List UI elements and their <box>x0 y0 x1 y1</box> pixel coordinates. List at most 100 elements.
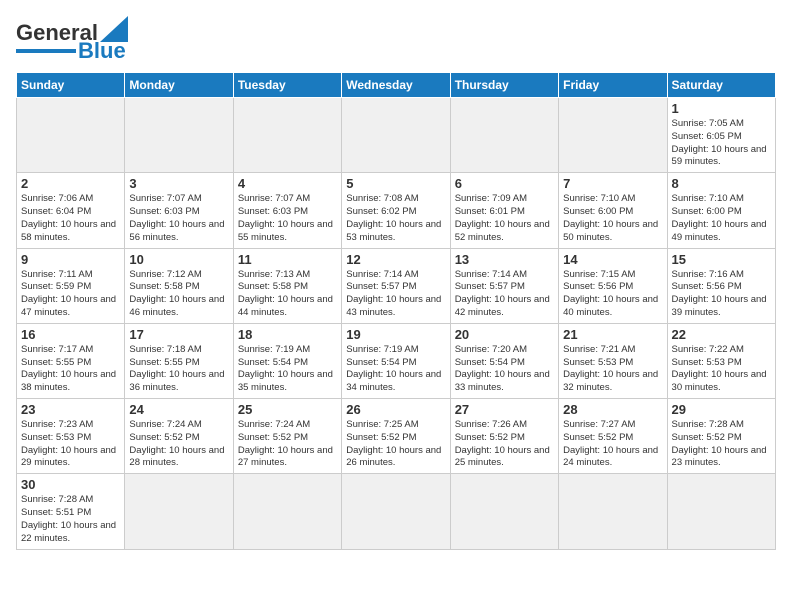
day-info: Sunrise: 7:19 AMSunset: 5:54 PMDaylight:… <box>346 344 445 395</box>
header-friday: Friday <box>559 73 667 98</box>
day-info: Sunrise: 7:12 AMSunset: 5:58 PMDaylight:… <box>129 269 228 320</box>
calendar-cell: 9 Sunrise: 7:11 AMSunset: 5:59 PMDaylight… <box>17 248 125 323</box>
calendar-cell: 3 Sunrise: 7:07 AMSunset: 6:03 PMDaylight… <box>125 173 233 248</box>
calendar-cell <box>233 98 341 173</box>
day-number: 1 <box>672 101 771 116</box>
day-number: 9 <box>21 252 120 267</box>
header-sunday: Sunday <box>17 73 125 98</box>
header-wednesday: Wednesday <box>342 73 450 98</box>
logo-bar <box>16 49 76 53</box>
day-number: 15 <box>672 252 771 267</box>
day-info: Sunrise: 7:19 AMSunset: 5:54 PMDaylight:… <box>238 344 337 395</box>
calendar-cell <box>559 474 667 549</box>
day-info: Sunrise: 7:05 AMSunset: 6:05 PMDaylight:… <box>672 118 771 169</box>
day-number: 26 <box>346 402 445 417</box>
calendar-cell: 30 Sunrise: 7:28 AMSunset: 5:51 PMDayligh… <box>17 474 125 549</box>
calendar-cell: 19Sunrise: 7:19 AMSunset: 5:54 PMDayligh… <box>342 323 450 398</box>
day-info: Sunrise: 7:10 AMSunset: 6:00 PMDaylight:… <box>672 193 771 244</box>
day-info: Sunrise: 7:14 AMSunset: 5:57 PMDaylight:… <box>455 269 554 320</box>
calendar-cell: 26 Sunrise: 7:25 AMSunset: 5:52 PMDayligh… <box>342 399 450 474</box>
day-info: Sunrise: 7:21 AMSunset: 5:53 PMDaylight:… <box>563 344 662 395</box>
day-info: Sunrise: 7:07 AMSunset: 6:03 PMDaylight:… <box>129 193 228 244</box>
header-tuesday: Tuesday <box>233 73 341 98</box>
weekday-header-row: Sunday Monday Tuesday Wednesday Thursday… <box>17 73 776 98</box>
day-info: Sunrise: 7:28 AMSunset: 5:52 PMDaylight:… <box>672 419 771 470</box>
day-number: 16 <box>21 327 120 342</box>
day-info: Sunrise: 7:26 AMSunset: 5:52 PMDaylight:… <box>455 419 554 470</box>
calendar-cell <box>125 98 233 173</box>
day-info: Sunrise: 7:14 AMSunset: 5:57 PMDaylight:… <box>346 269 445 320</box>
day-info: Sunrise: 7:09 AMSunset: 6:01 PMDaylight:… <box>455 193 554 244</box>
day-info: Sunrise: 7:24 AMSunset: 5:52 PMDaylight:… <box>129 419 228 470</box>
calendar-table: Sunday Monday Tuesday Wednesday Thursday… <box>16 72 776 550</box>
calendar-cell <box>667 474 775 549</box>
day-number: 18 <box>238 327 337 342</box>
calendar-cell: 28 Sunrise: 7:27 AMSunset: 5:52 PMDayligh… <box>559 399 667 474</box>
calendar-cell: 22 Sunrise: 7:22 AMSunset: 5:53 PMDayligh… <box>667 323 775 398</box>
calendar-cell <box>233 474 341 549</box>
day-number: 6 <box>455 176 554 191</box>
calendar-cell: 7 Sunrise: 7:10 AMSunset: 6:00 PMDaylight… <box>559 173 667 248</box>
day-info: Sunrise: 7:10 AMSunset: 6:00 PMDaylight:… <box>563 193 662 244</box>
day-number: 23 <box>21 402 120 417</box>
day-number: 29 <box>672 402 771 417</box>
day-info: Sunrise: 7:13 AMSunset: 5:58 PMDaylight:… <box>238 269 337 320</box>
day-number: 12 <box>346 252 445 267</box>
header-saturday: Saturday <box>667 73 775 98</box>
logo: General Blue <box>16 16 128 62</box>
calendar-cell: 8 Sunrise: 7:10 AMSunset: 6:00 PMDaylight… <box>667 173 775 248</box>
calendar-cell: 15Sunrise: 7:16 AMSunset: 5:56 PMDayligh… <box>667 248 775 323</box>
day-number: 3 <box>129 176 228 191</box>
calendar-cell: 1 Sunrise: 7:05 AMSunset: 6:05 PMDaylight… <box>667 98 775 173</box>
calendar-cell: 12 Sunrise: 7:14 AMSunset: 5:57 PMDayligh… <box>342 248 450 323</box>
day-info: Sunrise: 7:06 AMSunset: 6:04 PMDaylight:… <box>21 193 120 244</box>
day-number: 11 <box>238 252 337 267</box>
header-monday: Monday <box>125 73 233 98</box>
day-number: 8 <box>672 176 771 191</box>
day-number: 14 <box>563 252 662 267</box>
day-info: Sunrise: 7:27 AMSunset: 5:52 PMDaylight:… <box>563 419 662 470</box>
logo-blue-text: Blue <box>78 40 126 62</box>
day-number: 7 <box>563 176 662 191</box>
calendar-cell: 18 Sunrise: 7:19 AMSunset: 5:54 PMDayligh… <box>233 323 341 398</box>
day-info: Sunrise: 7:28 AMSunset: 5:51 PMDaylight:… <box>21 494 120 545</box>
day-number: 27 <box>455 402 554 417</box>
calendar-cell: 11 Sunrise: 7:13 AMSunset: 5:58 PMDayligh… <box>233 248 341 323</box>
calendar-cell: 20Sunrise: 7:20 AMSunset: 5:54 PMDayligh… <box>450 323 558 398</box>
calendar-cell <box>125 474 233 549</box>
day-number: 2 <box>21 176 120 191</box>
calendar-cell <box>342 474 450 549</box>
day-info: Sunrise: 7:22 AMSunset: 5:53 PMDaylight:… <box>672 344 771 395</box>
calendar-cell: 24 Sunrise: 7:24 AMSunset: 5:52 PMDayligh… <box>125 399 233 474</box>
day-info: Sunrise: 7:08 AMSunset: 6:02 PMDaylight:… <box>346 193 445 244</box>
calendar-cell: 6 Sunrise: 7:09 AMSunset: 6:01 PMDaylight… <box>450 173 558 248</box>
day-info: Sunrise: 7:18 AMSunset: 5:55 PMDaylight:… <box>129 344 228 395</box>
day-number: 22 <box>672 327 771 342</box>
day-info: Sunrise: 7:25 AMSunset: 5:52 PMDaylight:… <box>346 419 445 470</box>
day-number: 10 <box>129 252 228 267</box>
calendar-cell: 10 Sunrise: 7:12 AMSunset: 5:58 PMDayligh… <box>125 248 233 323</box>
calendar-cell: 27 Sunrise: 7:26 AMSunset: 5:52 PMDayligh… <box>450 399 558 474</box>
day-number: 20 <box>455 327 554 342</box>
day-number: 30 <box>21 477 120 492</box>
calendar-cell: 2 Sunrise: 7:06 AMSunset: 6:04 PMDaylight… <box>17 173 125 248</box>
calendar-cell: 13Sunrise: 7:14 AMSunset: 5:57 PMDayligh… <box>450 248 558 323</box>
header: General Blue <box>16 16 776 62</box>
day-number: 4 <box>238 176 337 191</box>
day-info: Sunrise: 7:17 AMSunset: 5:55 PMDaylight:… <box>21 344 120 395</box>
calendar-cell: 23Sunrise: 7:23 AMSunset: 5:53 PMDayligh… <box>17 399 125 474</box>
day-number: 24 <box>129 402 228 417</box>
day-info: Sunrise: 7:07 AMSunset: 6:03 PMDaylight:… <box>238 193 337 244</box>
header-thursday: Thursday <box>450 73 558 98</box>
day-number: 28 <box>563 402 662 417</box>
calendar-cell <box>450 474 558 549</box>
calendar-cell: 14Sunrise: 7:15 AMSunset: 5:56 PMDayligh… <box>559 248 667 323</box>
calendar-cell: 25Sunrise: 7:24 AMSunset: 5:52 PMDayligh… <box>233 399 341 474</box>
calendar-cell <box>559 98 667 173</box>
calendar-cell <box>342 98 450 173</box>
calendar-cell <box>450 98 558 173</box>
day-info: Sunrise: 7:24 AMSunset: 5:52 PMDaylight:… <box>238 419 337 470</box>
calendar-cell: 21Sunrise: 7:21 AMSunset: 5:53 PMDayligh… <box>559 323 667 398</box>
calendar-cell: 5Sunrise: 7:08 AMSunset: 6:02 PMDaylight… <box>342 173 450 248</box>
day-info: Sunrise: 7:11 AMSunset: 5:59 PMDaylight:… <box>21 269 120 320</box>
